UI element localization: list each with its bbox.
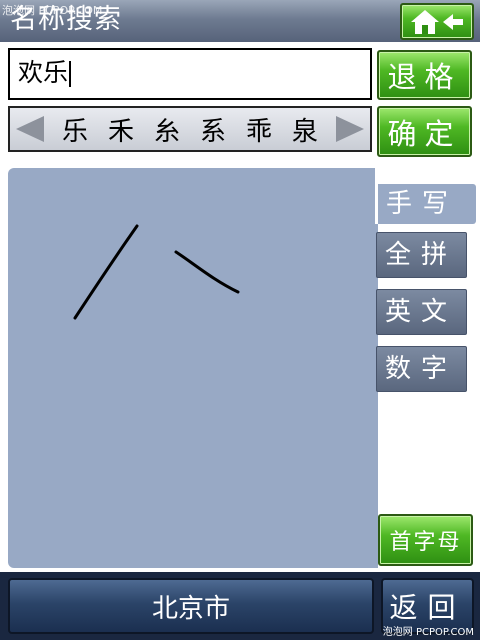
arrow-left-icon[interactable] [16, 116, 44, 142]
candidate-list: 乐 禾 糸 系 乖 泉 [62, 108, 318, 150]
tab-digits[interactable]: 数字 [376, 346, 467, 392]
candidate-item[interactable]: 禾 [108, 111, 134, 148]
handwriting-pad[interactable] [8, 168, 375, 568]
initials-button[interactable]: 首字母 [378, 514, 473, 566]
candidate-item[interactable]: 泉 [292, 111, 318, 148]
confirm-button[interactable]: 确定 [377, 106, 472, 157]
backspace-button[interactable]: 退格 [377, 50, 472, 100]
footer-watermark: 泡泡网 PCPOP.COM [382, 627, 474, 638]
candidate-item[interactable]: 乐 [62, 111, 88, 148]
candidate-item[interactable]: 糸 [154, 111, 180, 148]
arrow-right-icon[interactable] [336, 116, 364, 142]
search-input[interactable]: 欢乐 [8, 48, 372, 100]
candidate-bar: 乐 禾 糸 系 乖 泉 [8, 106, 372, 152]
home-button[interactable] [400, 3, 474, 40]
handwriting-strokes [73, 224, 240, 320]
tab-pinyin[interactable]: 全拼 [376, 232, 467, 278]
home-back-icon [411, 9, 463, 34]
tab-english[interactable]: 英文 [376, 289, 467, 335]
city-button[interactable]: 北京市 [8, 578, 374, 634]
tab-handwriting[interactable]: 手写 [378, 184, 476, 224]
text-caret [69, 61, 72, 87]
search-input-text: 欢乐 [18, 58, 69, 87]
watermark: 泡泡网 PCPOP.COM [2, 4, 103, 17]
candidate-item[interactable]: 乖 [246, 111, 272, 148]
candidate-item[interactable]: 系 [200, 111, 226, 148]
